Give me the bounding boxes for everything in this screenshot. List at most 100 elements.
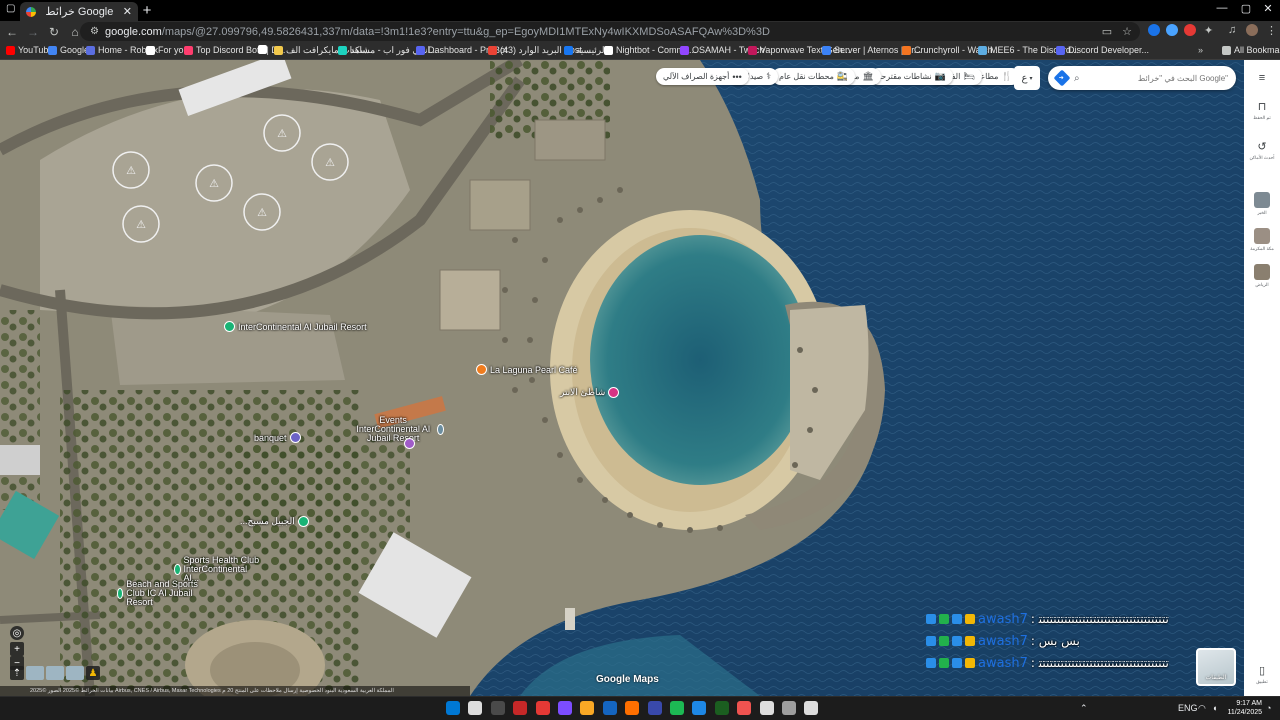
place-pin[interactable]: Beach and Sports Club IC Al Jubail Resor… xyxy=(117,580,207,607)
bookmark-item[interactable]: الرئيسية xyxy=(564,45,607,56)
bookmark-item[interactable]: YouTube xyxy=(6,45,53,55)
satellite-map[interactable]: ⚠ ⚠ ⚠ ⚠ ⚠ ⚠ InterContinental Al Jubail Resor… xyxy=(0,60,1244,696)
app-icon[interactable] xyxy=(692,701,707,715)
chat-text: : بس بس xyxy=(1030,634,1080,648)
saved-button[interactable]: ⊓ تم الحفظ xyxy=(1244,100,1280,121)
directions-icon[interactable]: ➜ xyxy=(1053,69,1071,87)
bookmark-item[interactable] xyxy=(258,45,270,54)
extension-icon[interactable] xyxy=(1184,24,1196,36)
install-app-icon[interactable]: ▭ xyxy=(1102,25,1112,38)
place-pin[interactable]: banquet xyxy=(254,432,301,443)
minimize-button[interactable]: — xyxy=(1212,2,1232,14)
chrome-menu-icon[interactable]: ⋮ xyxy=(1266,24,1277,37)
my-location-icon[interactable]: ◎ xyxy=(10,626,24,640)
recent-place-riyadh[interactable]: الرياض xyxy=(1244,264,1280,288)
close-tab-icon[interactable]: ✕ xyxy=(123,5,132,18)
app-icon[interactable] xyxy=(759,701,774,715)
thumbnail-icon[interactable] xyxy=(66,666,84,680)
forward-icon[interactable]: → xyxy=(24,25,42,39)
extension-icon[interactable] xyxy=(1148,24,1160,36)
chat-badge-icon xyxy=(939,636,949,646)
thumbnail-icon[interactable] xyxy=(26,666,44,680)
place-pin[interactable]: ...الجبيل مسبح xyxy=(240,516,309,527)
thumbnail-icon[interactable] xyxy=(46,666,64,680)
start-icon[interactable] xyxy=(446,701,460,715)
recent-place-khobar[interactable]: الخبر xyxy=(1244,192,1280,216)
search-icon[interactable] xyxy=(468,701,483,715)
app-icon[interactable] xyxy=(737,701,752,715)
folder-icon[interactable] xyxy=(580,701,595,715)
site-info-icon[interactable]: ⚙ xyxy=(90,26,99,37)
place-pin[interactable] xyxy=(404,438,418,449)
all-bookmarks-button[interactable]: All Bookmarks xyxy=(1222,45,1280,55)
explore-icon[interactable]: ⇡ xyxy=(10,666,24,680)
app-icon[interactable] xyxy=(647,701,662,715)
tab-search-icon[interactable]: ▢ xyxy=(6,3,15,14)
bookmark-favicon-icon xyxy=(184,45,193,55)
recents-button[interactable]: ↺ أحدث الأماكن xyxy=(1244,140,1280,161)
category-chip[interactable]: محطات نقل عام 🚉 xyxy=(772,68,856,85)
extension-icon[interactable] xyxy=(1166,24,1178,36)
bookmark-item[interactable]: Google xyxy=(48,45,89,55)
excel-icon[interactable] xyxy=(714,701,729,715)
bookmark-favicon-icon xyxy=(680,45,689,55)
maps-search-box[interactable]: ➜ ⌕ xyxy=(1048,66,1236,90)
clock[interactable]: 9:17 AM 11/24/2025 xyxy=(1226,699,1262,717)
back-icon[interactable]: ← xyxy=(3,25,21,39)
bookmark-star-icon[interactable]: ☆ xyxy=(1122,25,1132,38)
bookmark-label: Google xyxy=(60,45,90,55)
menu-button[interactable]: ≡ xyxy=(1244,72,1280,84)
place-label: ...الجبيل مسبح xyxy=(240,516,295,526)
place-label: Beach and Sports Club IC Al Jubail Resor… xyxy=(126,579,198,607)
wifi-icon[interactable]: ◠ xyxy=(1198,703,1206,714)
search-input[interactable] xyxy=(1085,73,1228,83)
language-button[interactable]: ع ▾ xyxy=(1014,66,1040,90)
pegman-icon[interactable]: ♟ xyxy=(86,666,100,680)
place-pin[interactable]: InterContinental Al Jubail Resort xyxy=(224,321,367,332)
spotify-icon[interactable] xyxy=(670,701,684,715)
zoom-in-button[interactable]: + xyxy=(10,642,24,656)
place-pin[interactable]: La Laguna Pearl Café xyxy=(476,364,578,375)
search-icon[interactable]: ⌕ xyxy=(1074,73,1080,84)
recent-place-makkah[interactable]: مكة المكرمة xyxy=(1244,228,1280,252)
place-pin[interactable]: شاطئ الانتر xyxy=(560,387,620,398)
bookmark-favicon-icon xyxy=(48,45,57,55)
steam-icon[interactable] xyxy=(602,701,617,715)
chat-message: awash7: ﺗﺘﺘﺘﺘﺘﺘﺘﺘﺘﺘﺘﺘﺘﺘﺘﺘﺘﺘﺘﺘﺘﺘﺘﺘﺘﺘﺘﺘﺘﺘﺘ… xyxy=(926,652,1244,674)
tray-overflow-icon[interactable]: ⌃ xyxy=(1080,703,1088,714)
new-tab-button[interactable]: + xyxy=(141,2,153,19)
address-bar[interactable]: ⚙ google.com/maps/@27.099796,49.5826431,… xyxy=(80,22,1140,41)
bookmark-item[interactable]: Top Discord Bots | D... xyxy=(184,45,285,55)
category-chip[interactable]: أجهزة الصراف الآلي ••• xyxy=(656,68,749,85)
bookmarks-overflow-icon[interactable]: » xyxy=(1198,45,1203,55)
media-controls-icon[interactable]: ♫ xyxy=(1228,24,1236,36)
category-chip[interactable]: نشاطات مقترحة 📷 xyxy=(870,68,953,85)
place-label: Events InterContinental Al Jubail Resort xyxy=(356,415,430,443)
place-pin[interactable]: Events InterContinental Al Jubail Resort xyxy=(352,416,444,443)
extensions-puzzle-icon[interactable]: ✦ xyxy=(1204,24,1213,37)
close-window-button[interactable]: ✕ xyxy=(1258,2,1278,15)
chat-badge-icon xyxy=(965,658,975,668)
discord-icon[interactable] xyxy=(558,701,572,715)
volume-icon[interactable]: ◖ xyxy=(1212,703,1217,713)
app-icon[interactable] xyxy=(513,701,528,715)
chat-badge-icon xyxy=(952,658,962,668)
get-app-button[interactable]: ▯ تطبيق xyxy=(1244,664,1280,685)
notifications-icon[interactable]: ◔ xyxy=(1266,703,1271,713)
chip-icon: ••• xyxy=(732,71,742,82)
place-label: banquet xyxy=(254,432,287,443)
chrome-icon[interactable] xyxy=(535,701,550,715)
app-icon[interactable] xyxy=(782,701,796,715)
bookmark-item[interactable]: For you xyxy=(146,45,189,55)
active-tab[interactable]: خرائط Google ✕ xyxy=(20,2,138,21)
profile-avatar[interactable] xyxy=(1246,24,1258,36)
reload-icon[interactable]: ↻ xyxy=(45,25,63,39)
task-view-icon[interactable] xyxy=(490,701,505,715)
maximize-button[interactable]: ▢ xyxy=(1236,2,1256,15)
language-indicator[interactable]: ENG xyxy=(1178,703,1198,713)
bookmark-item[interactable]: Discord Developer... xyxy=(1056,45,1149,55)
pool-pin-icon xyxy=(297,516,309,527)
tab-title: خرائط Google xyxy=(45,6,114,18)
vlc-icon[interactable] xyxy=(625,701,640,715)
app-icon[interactable] xyxy=(804,701,819,715)
